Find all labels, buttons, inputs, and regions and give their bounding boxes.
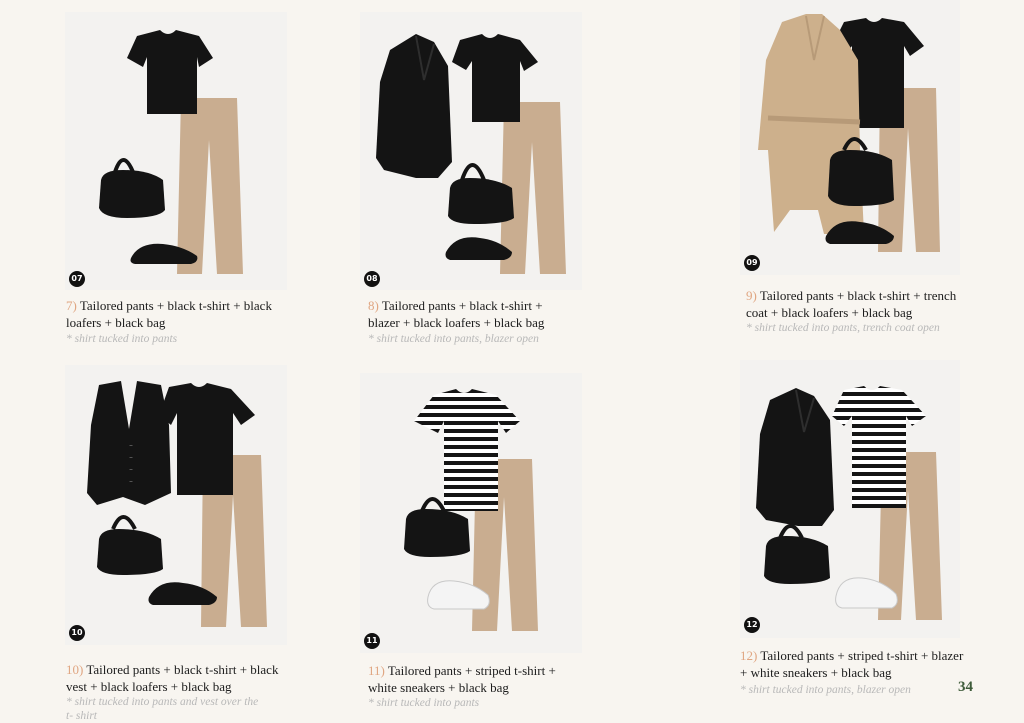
outfit-note: * shirt tucked into pants — [66, 332, 306, 346]
outfit-title-line-1: Tailored pants + striped t-shirt + — [387, 663, 556, 678]
outfit-image-07: 07 — [65, 12, 287, 290]
outfit-title: 7) Tailored pants + black t-shirt + blac… — [66, 297, 306, 331]
outfit-illustration-11 — [404, 389, 538, 631]
outfit-illustration-07 — [99, 30, 243, 274]
outfit-badge: 07 — [69, 271, 85, 287]
outfit-title-line-1: Tailored pants + black t-shirt + trench — [759, 288, 957, 303]
outfit-image-12: 12 — [740, 360, 960, 638]
outfit-badge: 08 — [364, 271, 380, 287]
outfit-title-line-2: loafers + black bag — [66, 315, 166, 330]
outfit-number: 8) — [368, 298, 379, 313]
outfit-illustration-09 — [758, 14, 940, 252]
outfit-image-08: 08 — [360, 12, 582, 290]
outfit-title: 12) Tailored pants + striped t-shirt + b… — [740, 647, 980, 681]
outfit-illustration-10 — [87, 381, 267, 627]
outfit-title-line-2: white sneakers + black bag — [368, 680, 509, 695]
outfit-title-line-2: blazer + black loafers + black bag — [368, 315, 545, 330]
outfit-number: 12) — [740, 648, 758, 663]
outfit-illustration-12 — [756, 386, 942, 620]
outfit-image-11: 11 — [360, 373, 582, 653]
outfit-title: 9) Tailored pants + black t-shirt + tren… — [746, 287, 986, 321]
outfit-image-10: 10 — [65, 365, 287, 645]
outfit-title: 10) Tailored pants + black t-shirt + bla… — [66, 661, 306, 695]
outfit-badge: 12 — [744, 617, 760, 633]
outfit-note: * shirt tucked into pants, trench coat o… — [746, 321, 986, 335]
page-number: 34 — [958, 679, 973, 695]
outfit-number: 10) — [66, 662, 84, 677]
outfit-note-line-1: * shirt tucked into pants and vest over … — [66, 696, 259, 708]
black-bag — [97, 529, 163, 575]
outfit-title-line-1: Tailored pants + striped t-shirt + blaze… — [760, 648, 964, 663]
outfit-note: * shirt tucked into pants, blazer open — [740, 683, 980, 697]
outfit-illustration-08 — [376, 34, 566, 274]
black-bag — [404, 509, 470, 557]
outfit-note-line-2: t- shirt — [66, 710, 97, 722]
outfit-note-line-1: * shirt tucked into pants, trench coat o… — [746, 322, 940, 334]
outfit-note-line-1: * shirt tucked into pants — [66, 333, 178, 345]
outfit-note-line-1: * shirt tucked into pants, blazer open — [740, 684, 911, 696]
outfit-number: 7) — [66, 298, 77, 313]
outfit-number: 11) — [368, 663, 385, 678]
outfit-note: * shirt tucked into pants — [368, 696, 608, 710]
camel-pants — [177, 98, 243, 274]
outfit-badge: 10 — [69, 625, 85, 641]
outfit-title-line-1: Tailored pants + black t-shirt + black — [86, 662, 279, 677]
black-blazer — [376, 34, 452, 178]
black-bag — [99, 170, 165, 218]
outfit-title: 11) Tailored pants + striped t-shirt + w… — [368, 662, 608, 696]
black-bag-handle — [111, 515, 137, 530]
black-bag-handle — [460, 163, 486, 181]
black-bag — [764, 536, 830, 584]
black-bag — [448, 178, 514, 224]
outfit-note-line-1: * shirt tucked into pants — [368, 697, 480, 709]
black-bag — [828, 150, 894, 206]
black-vest — [87, 381, 171, 505]
outfit-note: * shirt tucked into pants, blazer open — [368, 332, 608, 346]
outfit-number: 9) — [746, 288, 757, 303]
outfit-note-line-1: * shirt tucked into pants, blazer open — [368, 333, 539, 345]
outfit-title-line-1: Tailored pants + black t-shirt + — [381, 298, 543, 313]
outfit-title-line-2: coat + black loafers + black bag — [746, 305, 913, 320]
black-blazer — [756, 388, 834, 526]
outfit-badge: 11 — [364, 633, 380, 649]
outfit-note: * shirt tucked into pants and vest over … — [66, 695, 306, 723]
outfit-title-line-2: vest + black loafers + black bag — [66, 679, 232, 694]
outfit-title: 8) Tailored pants + black t-shirt + blaz… — [368, 297, 608, 331]
outfit-badge: 09 — [744, 255, 760, 271]
outfit-image-09: 09 — [740, 0, 960, 275]
outfit-title-line-1: Tailored pants + black t-shirt + black — [79, 298, 272, 313]
outfit-title-line-2: + white sneakers + black bag — [740, 665, 892, 680]
